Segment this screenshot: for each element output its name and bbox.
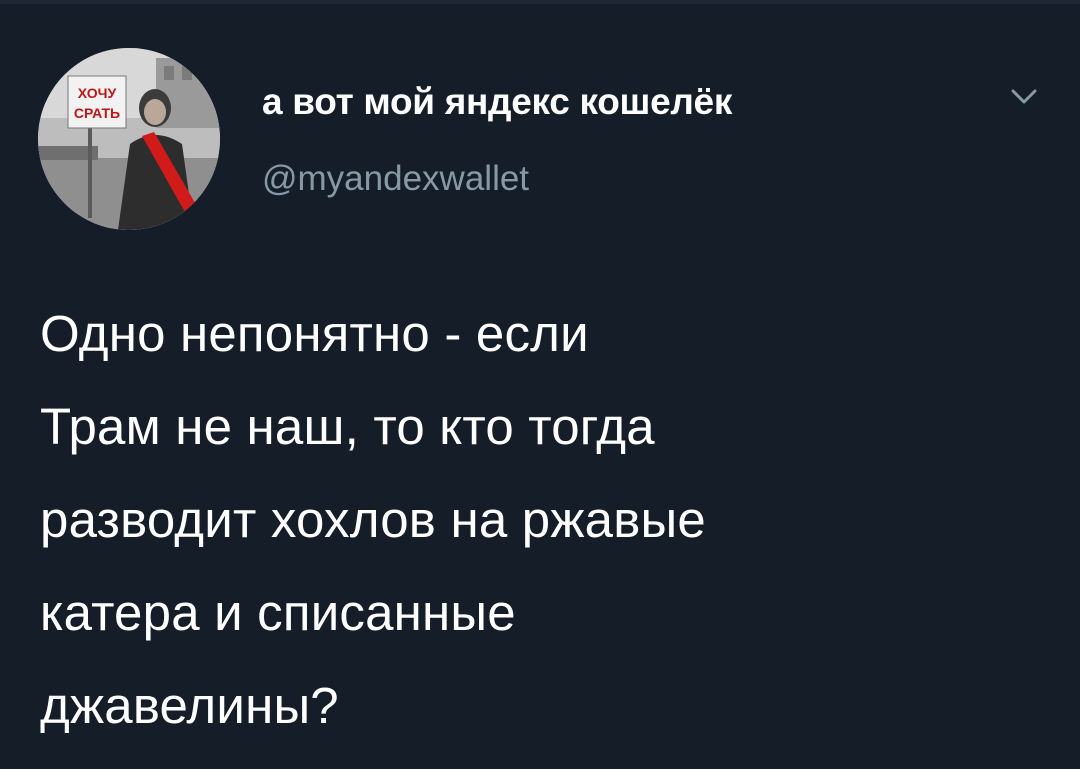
author-display-name[interactable]: а вот мой яндекс кошелёк (262, 81, 732, 123)
avatar-photo: ХОЧУ СРАТЬ (38, 48, 220, 230)
tweet-text: Одно непонятно - если Трам не наш, то кт… (40, 305, 706, 734)
tweet-menu-button[interactable] (1002, 76, 1046, 120)
chevron-down-icon (1011, 89, 1037, 104)
avatar-sign-line-1: ХОЧУ (78, 85, 117, 101)
author-handle[interactable]: @myandexwallet (262, 159, 529, 199)
avatar-sign-line-2: СРАТЬ (74, 105, 120, 121)
tweet-card: ХОЧУ СРАТЬ а вот мой яндекс кошелёк @mya… (0, 0, 1080, 769)
avatar[interactable]: ХОЧУ СРАТЬ (38, 48, 220, 230)
